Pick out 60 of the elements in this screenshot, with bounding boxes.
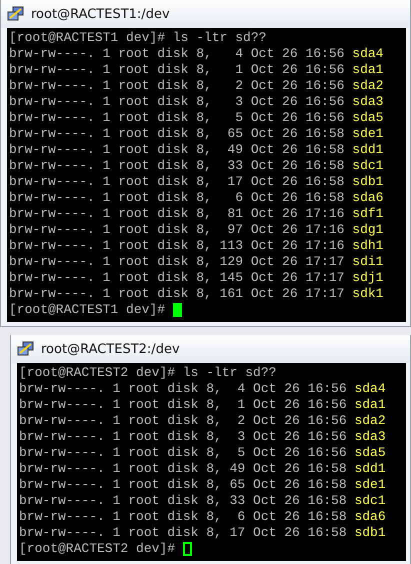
- device-name: sdf1: [352, 206, 384, 222]
- device-name: sda1: [352, 62, 384, 78]
- file-listing: brw-rw----. 1 root disk 8, 6 Oct 26 16:58: [19, 509, 347, 525]
- window-title: root@RACTEST1:/dev: [31, 6, 170, 22]
- file-listing: brw-rw----. 1 root disk 8, 97 Oct 26 17:16: [9, 222, 344, 238]
- file-listing: brw-rw----. 1 root disk 8, 5 Oct 26 16:56: [19, 445, 347, 461]
- file-listing: brw-rw----. 1 root disk 8, 33 Oct 26 16:58: [9, 158, 344, 174]
- file-listing: brw-rw----. 1 root disk 8, 5 Oct 26 16:56: [9, 110, 344, 126]
- file-listing: brw-rw----. 1 root disk 8, 49 Oct 26 16:58: [19, 461, 347, 477]
- device-name: sdd1: [354, 461, 386, 477]
- window-title: root@RACTEST2:/dev: [41, 342, 180, 356]
- computers-icon: [7, 6, 25, 22]
- file-listing: brw-rw----. 1 root disk 8, 2 Oct 26 16:56: [19, 413, 347, 429]
- file-listing: brw-rw----. 1 root disk 8, 6 Oct 26 16:58: [9, 190, 344, 206]
- device-name: sda5: [354, 445, 386, 461]
- file-listing: brw-rw----. 1 root disk 8, 17 Oct 26 16:58: [9, 174, 344, 190]
- file-listing: brw-rw----. 1 root disk 8, 4 Oct 26 16:56: [19, 381, 347, 397]
- command-line: [root@RACTEST1 dev]# ls -ltr sd??: [9, 30, 266, 46]
- device-name: sdh1: [352, 238, 384, 254]
- device-name: sda4: [352, 46, 384, 62]
- device-name: sdi1: [352, 254, 384, 270]
- shell-prompt: [root@RACTEST2 dev]#: [19, 541, 176, 557]
- file-listing: brw-rw----. 1 root disk 8, 1 Oct 26 16:56: [9, 62, 344, 78]
- file-listing: brw-rw----. 1 root disk 8, 145 Oct 26 17:17: [9, 270, 344, 286]
- file-listing: brw-rw----. 1 root disk 8, 3 Oct 26 16:56: [9, 94, 344, 110]
- device-name: sde1: [352, 126, 384, 142]
- file-listing: brw-rw----. 1 root disk 8, 65 Oct 26 16:58: [9, 126, 344, 142]
- file-listing: brw-rw----. 1 root disk 8, 4 Oct 26 16:56: [9, 46, 344, 62]
- device-name: sda2: [352, 78, 384, 94]
- device-name: sde1: [354, 477, 386, 493]
- file-listing: brw-rw----. 1 root disk 8, 129 Oct 26 17:17: [9, 254, 344, 270]
- device-name: sdg1: [352, 222, 384, 238]
- file-listing: brw-rw----. 1 root disk 8, 113 Oct 26 17:16: [9, 238, 344, 254]
- file-listing: brw-rw----. 1 root disk 8, 65 Oct 26 16:58: [19, 477, 347, 493]
- command-line: [root@RACTEST2 dev]# ls -ltr sd??: [19, 365, 276, 381]
- file-listing: brw-rw----. 1 root disk 8, 161 Oct 26 17:17: [9, 286, 344, 302]
- file-listing: brw-rw----. 1 root disk 8, 33 Oct 26 16:58: [19, 493, 347, 509]
- device-name: sdk1: [352, 286, 384, 302]
- device-name: sdd1: [352, 142, 384, 158]
- file-listing: brw-rw----. 1 root disk 8, 3 Oct 26 16:56: [19, 429, 347, 445]
- device-name: sda1: [354, 397, 386, 413]
- file-listing: brw-rw----. 1 root disk 8, 2 Oct 26 16:56: [9, 78, 344, 94]
- device-name: sda2: [354, 413, 386, 429]
- device-name: sdj1: [352, 270, 384, 286]
- device-name: sda5: [352, 110, 384, 126]
- file-listing: brw-rw----. 1 root disk 8, 17 Oct 26 16:58: [19, 525, 347, 541]
- device-name: sdc1: [354, 493, 386, 509]
- device-name: sdc1: [352, 158, 384, 174]
- device-name: sda3: [352, 94, 384, 110]
- device-name: sda6: [352, 190, 384, 206]
- device-name: sdb1: [352, 174, 384, 190]
- device-name: sda3: [354, 429, 386, 445]
- file-listing: brw-rw----. 1 root disk 8, 1 Oct 26 16:56: [19, 397, 347, 413]
- device-name: sda4: [354, 381, 386, 397]
- file-listing: brw-rw----. 1 root disk 8, 81 Oct 26 17:16: [9, 206, 344, 222]
- device-name: sdb1: [354, 525, 386, 541]
- shell-prompt: [root@RACTEST1 dev]#: [9, 302, 166, 318]
- device-name: sda6: [354, 509, 386, 525]
- computers-icon: [17, 341, 35, 357]
- file-listing: brw-rw----. 1 root disk 8, 49 Oct 26 16:58: [9, 142, 344, 158]
